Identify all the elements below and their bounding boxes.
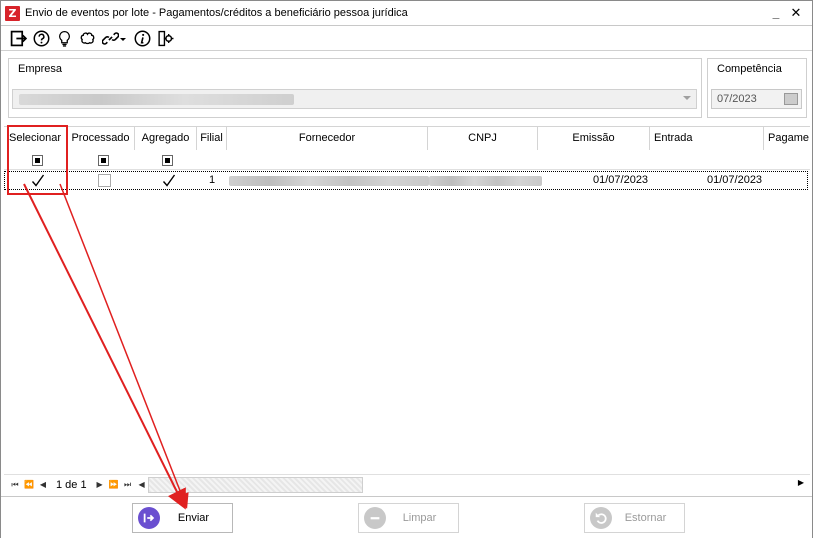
empresa-combo[interactable] [12, 89, 697, 109]
next-fast-icon[interactable]: ⏩ [107, 480, 121, 489]
empresa-label: Empresa [18, 63, 63, 75]
enviar-button[interactable]: Enviar [132, 503, 233, 533]
settings-icon[interactable] [156, 30, 174, 48]
calendar-icon[interactable] [784, 93, 798, 105]
page-indicator: 1 de 1 [56, 478, 87, 491]
row-emissao: 01/07/2023 [593, 174, 649, 186]
toolbar [1, 27, 812, 51]
pager: ⏮ ⏪ ◀ 1 de 1 ▶ ⏩ ⏭ ◀ ▶ [4, 474, 810, 494]
col-header-fornecedor[interactable]: Fornecedor [227, 127, 428, 150]
estornar-button[interactable]: Estornar [584, 503, 685, 533]
empresa-value-redacted [19, 94, 294, 105]
horizontal-scrollbar[interactable] [148, 477, 363, 493]
minimize-button[interactable]: _ [768, 5, 784, 21]
limpar-button[interactable]: Limpar [358, 503, 459, 533]
app-logo-icon: Z [5, 5, 20, 21]
row-filial: 1 [209, 174, 216, 186]
competencia-input[interactable]: 07/2023 [711, 89, 802, 109]
first-page-icon[interactable]: ⏮ [8, 480, 22, 490]
row-processado-checkbox[interactable] [98, 174, 111, 187]
exit-icon[interactable] [9, 30, 27, 48]
title-bar: Z Envio de eventos por lote - Pagamentos… [1, 1, 812, 26]
chevron-down-icon[interactable] [683, 96, 691, 100]
row-cnpj-redacted [429, 176, 542, 186]
row-entrada: 01/07/2023 [707, 174, 763, 186]
empresa-group: Empresa [8, 58, 702, 118]
main-window: Z Envio de eventos por lote - Pagamentos… [0, 0, 813, 538]
help-icon[interactable] [32, 30, 50, 48]
scroll-left-icon[interactable]: ◀ [135, 480, 149, 489]
footer: Enviar Limpar Estornar [1, 496, 812, 538]
link-icon[interactable] [101, 30, 119, 48]
filter-agregado-checkbox[interactable] [162, 155, 173, 166]
col-header-entrada[interactable]: Entrada [650, 127, 764, 150]
events-grid: Selecionar Processado Agregado Filial Fo… [4, 126, 810, 473]
row-agregado-checkbox[interactable] [162, 174, 176, 187]
last-page-icon[interactable]: ⏭ [121, 480, 135, 490]
enviar-label: Enviar [177, 512, 210, 524]
row-fornecedor-redacted [229, 176, 429, 186]
table-row[interactable]: 1 01/07/2023 01/07/2023 [4, 171, 808, 190]
col-header-emissao[interactable]: Emissão [538, 127, 650, 150]
close-button[interactable]: ✕ [788, 5, 804, 21]
col-header-processado[interactable]: Processado [67, 127, 135, 150]
col-header-pagamento[interactable]: Pagame [764, 127, 810, 150]
competencia-label: Competência [717, 63, 782, 75]
competencia-group: Competência 07/2023 [707, 58, 807, 118]
next-page-icon[interactable]: ▶ [93, 480, 107, 489]
limpar-label: Limpar [402, 512, 437, 524]
scroll-right-icon[interactable]: ▶ [798, 478, 804, 487]
info-icon[interactable] [133, 30, 151, 48]
estornar-label: Estornar [624, 512, 667, 524]
col-header-filial[interactable]: Filial [197, 127, 227, 150]
lightbulb-icon[interactable] [55, 30, 73, 48]
prev-page-icon[interactable]: ◀ [36, 480, 50, 489]
competencia-value: 07/2023 [717, 93, 757, 105]
col-header-agregado[interactable]: Agregado [135, 127, 197, 150]
filter-processado-checkbox[interactable] [98, 155, 109, 166]
link-dropdown-chevron-down-icon[interactable] [119, 30, 127, 48]
col-header-cnpj[interactable]: CNPJ [428, 127, 538, 150]
filter-row [4, 150, 810, 170]
brain-icon[interactable] [78, 30, 96, 48]
selecionar-highlight-box [7, 125, 68, 195]
prev-fast-icon[interactable]: ⏪ [22, 480, 36, 489]
window-title: Envio de eventos por lote - Pagamentos/c… [25, 7, 408, 19]
